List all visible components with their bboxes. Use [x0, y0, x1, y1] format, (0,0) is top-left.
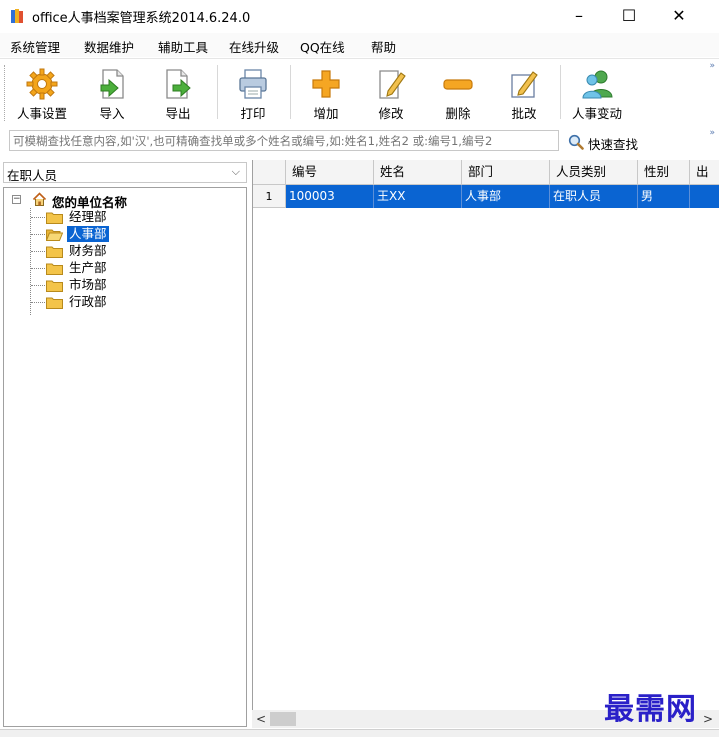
- scroll-left-button[interactable]: <: [254, 711, 268, 727]
- edit-label: 修改: [378, 106, 404, 121]
- hr-settings-label: 人事设置: [16, 106, 67, 121]
- edit-icon: [379, 70, 406, 99]
- menu-system[interactable]: 系统管理: [10, 37, 60, 56]
- dropdown-selected-value: 在职人员: [7, 168, 58, 183]
- row-number: 1: [253, 185, 286, 208]
- menu-qq[interactable]: QQ在线: [300, 37, 345, 56]
- tree-connector: [30, 208, 32, 315]
- column-header-department[interactable]: 部门: [462, 160, 550, 184]
- minus-icon: [443, 79, 473, 90]
- plus-icon: [312, 70, 340, 98]
- chevron-down-icon: ⌵: [231, 165, 240, 178]
- quick-search-label: 快速查找: [588, 137, 639, 152]
- cell-category[interactable]: 在职人员: [550, 185, 638, 208]
- column-header-category[interactable]: 人员类别: [550, 160, 638, 184]
- toolbar-separator: [217, 65, 218, 119]
- toolbar-separator: [560, 65, 561, 119]
- home-icon: [32, 192, 47, 206]
- edit-button[interactable]: 修改: [364, 61, 418, 123]
- gear-icon: [26, 68, 58, 100]
- cell-department[interactable]: 人事部: [462, 185, 550, 208]
- print-label: 打印: [240, 106, 266, 121]
- column-header-gender[interactable]: 性别: [638, 160, 690, 184]
- tree-item-label: 市场部: [69, 277, 107, 292]
- toolbar-grip[interactable]: [4, 65, 7, 121]
- column-header-birth[interactable]: 出: [690, 160, 719, 184]
- table-row[interactable]: 1 100003 王XX 人事部 在职人员 男: [253, 185, 719, 208]
- folder-icon: [46, 263, 63, 275]
- cell-id[interactable]: 100003: [286, 185, 374, 208]
- title-bar: office人事档案管理系统2014.6.24.0 – ☐ ✕: [0, 0, 719, 32]
- column-header-name[interactable]: 姓名: [374, 160, 462, 184]
- menu-upgrade[interactable]: 在线升级: [229, 37, 279, 56]
- people-icon: [582, 70, 613, 99]
- personnel-change-button[interactable]: 人事变动: [566, 61, 628, 123]
- personnel-change-label: 人事变动: [571, 106, 622, 121]
- hr-settings-button[interactable]: 人事设置: [10, 61, 74, 123]
- maximize-button[interactable]: ☐: [606, 2, 652, 30]
- toolbar-overflow-button[interactable]: »: [709, 61, 715, 71]
- toolbar-separator: [290, 65, 291, 119]
- tree-item-label: 生产部: [69, 260, 107, 275]
- search-input[interactable]: [9, 130, 559, 151]
- delete-button[interactable]: 删除: [430, 61, 486, 123]
- menu-bar: 系统管理 数据维护 辅助工具 在线升级 QQ在线 帮助: [0, 33, 719, 57]
- batch-edit-label: 批改: [511, 106, 537, 121]
- folder-icon: [46, 212, 63, 224]
- menu-data[interactable]: 数据维护: [84, 37, 134, 56]
- print-button[interactable]: 打印: [226, 61, 280, 123]
- scroll-right-button[interactable]: >: [701, 711, 715, 727]
- employee-grid: 编号 姓名 部门 人员类别 性别 出 1 100003 王XX 人事部 在职人员…: [252, 160, 719, 710]
- add-button[interactable]: 增加: [298, 61, 354, 123]
- cell-gender[interactable]: 男: [638, 185, 690, 208]
- grid-header: 编号 姓名 部门 人员类别 性别 出: [253, 160, 719, 185]
- tree-item-label: 经理部: [69, 209, 107, 224]
- import-icon: [100, 69, 124, 99]
- tree-item-label-selected: 人事部: [67, 226, 109, 242]
- department-tree: − 您的单位名称 经理部 人事部 财务部 生产部 市场部 行政部: [3, 187, 247, 727]
- minimize-button[interactable]: –: [556, 2, 602, 30]
- import-label: 导入: [99, 106, 125, 121]
- app-logo-icon: [11, 9, 23, 23]
- cell-name[interactable]: 王XX: [374, 185, 462, 208]
- import-button[interactable]: 导入: [86, 61, 138, 123]
- tree-item-label: 行政部: [69, 294, 107, 309]
- row-number-header: [253, 160, 286, 184]
- delete-label: 删除: [445, 106, 471, 121]
- menu-help[interactable]: 帮助: [371, 37, 396, 56]
- search-bar: 快速查找 »: [0, 127, 719, 157]
- search-overflow-button[interactable]: »: [709, 128, 715, 138]
- folder-icon: [46, 297, 63, 309]
- toolbar: 人事设置 导入 导出 打印 增加 修改 删除 批改 人事变动 »: [0, 58, 719, 128]
- collapse-toggle[interactable]: −: [12, 195, 21, 204]
- batch-edit-button[interactable]: 批改: [496, 61, 552, 123]
- menu-tools[interactable]: 辅助工具: [158, 37, 208, 56]
- batch-edit-icon: [511, 71, 538, 98]
- folder-icon: [46, 280, 63, 292]
- window-title: office人事档案管理系统2014.6.24.0: [32, 11, 251, 26]
- cell-birth[interactable]: [690, 185, 719, 208]
- add-label: 增加: [313, 106, 339, 121]
- magnifier-icon: [568, 134, 584, 150]
- watermark: 最需网: [604, 692, 697, 727]
- export-button[interactable]: 导出: [150, 61, 206, 123]
- folder-icon: [46, 246, 63, 258]
- printer-icon: [239, 69, 267, 99]
- close-button[interactable]: ✕: [656, 2, 702, 30]
- column-header-id[interactable]: 编号: [286, 160, 374, 184]
- scroll-thumb[interactable]: [270, 712, 296, 726]
- open-folder-icon: [46, 229, 63, 241]
- tree-item-label: 财务部: [69, 243, 107, 258]
- export-icon: [166, 69, 191, 99]
- staff-status-dropdown[interactable]: 在职人员 ⌵: [3, 162, 247, 183]
- export-label: 导出: [165, 106, 191, 121]
